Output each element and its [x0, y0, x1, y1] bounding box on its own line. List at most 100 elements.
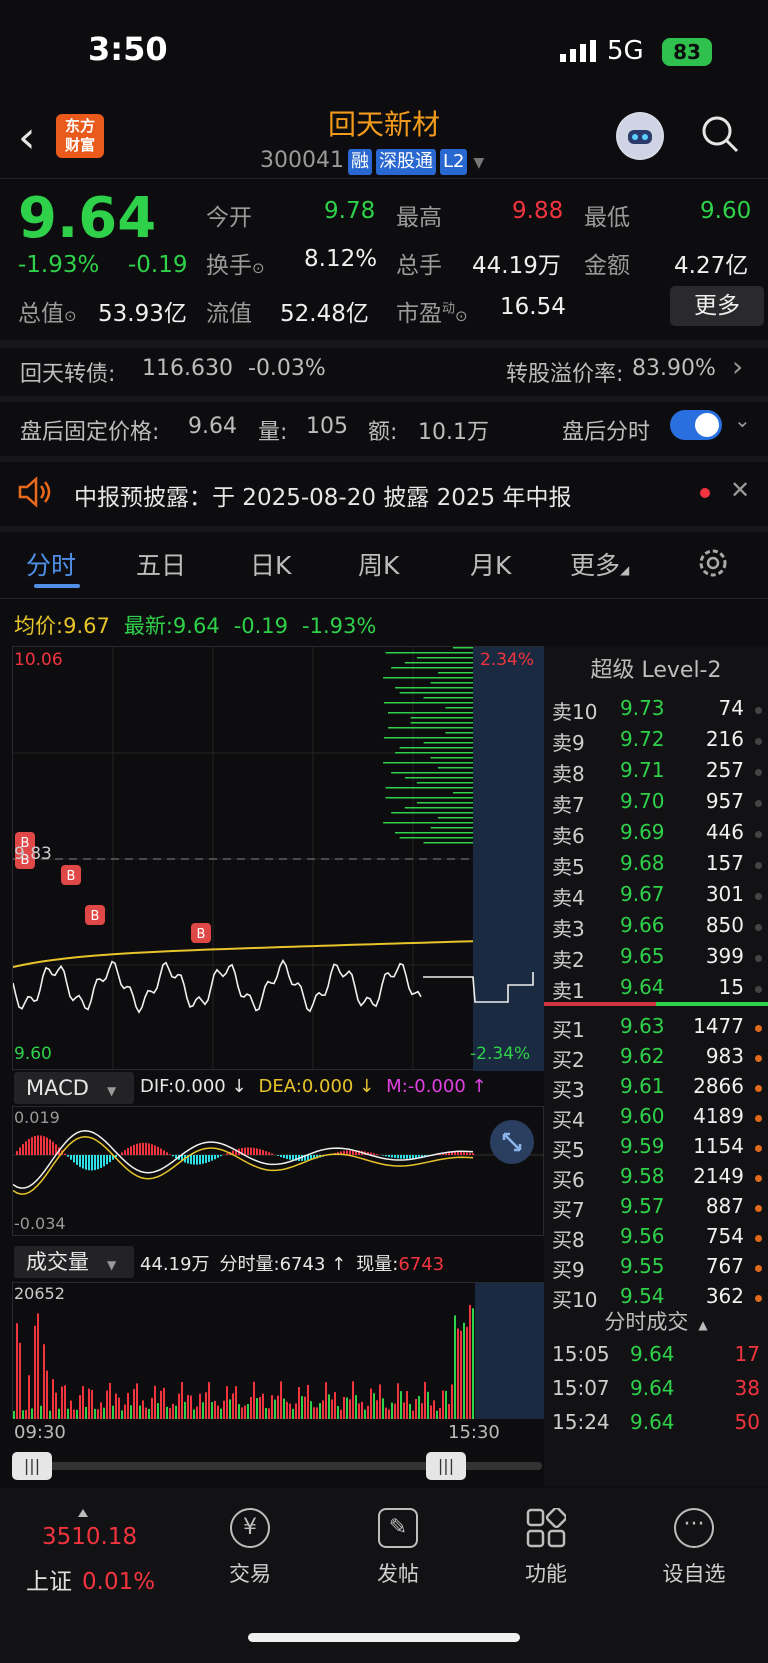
- sell-row[interactable]: 卖2 9.65 399: [544, 944, 768, 974]
- sell-row[interactable]: 卖3 9.66 850: [544, 913, 768, 943]
- macd-bar: [166, 1152, 168, 1155]
- sell-row[interactable]: 卖1 9.64 15: [544, 975, 768, 1005]
- buy-price: 9.61: [620, 1074, 665, 1098]
- expand-icon[interactable]: [490, 1120, 534, 1164]
- volume-bar: [256, 1398, 258, 1419]
- close-icon[interactable]: ✕: [730, 476, 750, 504]
- buy-qty: 362: [705, 1284, 744, 1308]
- volume-bar: [280, 1381, 282, 1419]
- notice-text[interactable]: 中报预披露：于 2025-08-20 披露 2025 年中报: [74, 478, 571, 512]
- tab-weekly[interactable]: 周K: [358, 546, 399, 582]
- nav-watchlist[interactable]: ··· 设自选: [634, 1508, 754, 1588]
- macd-chart[interactable]: [12, 1106, 545, 1236]
- volume-bar: [100, 1402, 102, 1419]
- sell-row[interactable]: 卖4 9.67 301: [544, 882, 768, 912]
- volume-bar: [238, 1404, 240, 1419]
- gear-icon[interactable]: [696, 546, 730, 580]
- volume-bar: [196, 1406, 198, 1419]
- tab-more[interactable]: 更多◢: [570, 546, 629, 582]
- sell-qty: 15: [718, 975, 744, 999]
- sell-row[interactable]: 卖9 9.72 216: [544, 727, 768, 757]
- macd-bar: [271, 1153, 273, 1155]
- macd-bar: [208, 1155, 210, 1162]
- nav-post[interactable]: ✎ 发帖: [338, 1508, 458, 1588]
- status-dot: [755, 707, 762, 714]
- sell-row[interactable]: 卖7 9.70 957: [544, 789, 768, 819]
- volume-bar: [52, 1379, 54, 1419]
- buy-qty: 767: [705, 1254, 744, 1278]
- tab-daily[interactable]: 日K: [250, 546, 291, 582]
- after-hours-toggle[interactable]: [670, 410, 722, 440]
- sell-row[interactable]: 卖10 9.73 74: [544, 696, 768, 726]
- chevron-right-icon[interactable]: ›: [732, 350, 743, 383]
- range-slider-left-handle[interactable]: |||: [12, 1452, 52, 1480]
- volume-bar: [349, 1399, 351, 1419]
- after-hours-vol: 105: [306, 414, 348, 439]
- status-dot: [755, 738, 762, 745]
- macd-bar: [160, 1148, 162, 1155]
- chevron-down-icon[interactable]: ⌄: [734, 408, 751, 432]
- nav-trade[interactable]: ¥ 交易: [190, 1508, 310, 1588]
- svg-text:B: B: [197, 927, 206, 942]
- volume-chart[interactable]: [12, 1282, 545, 1419]
- volume-bar: [364, 1409, 366, 1419]
- status-dot: [755, 862, 762, 869]
- sell-row[interactable]: 卖6 9.69 446: [544, 820, 768, 850]
- buy-row[interactable]: 买7 9.57 887: [544, 1194, 768, 1224]
- macd-bar: [139, 1143, 141, 1155]
- tab-5day[interactable]: 五日: [136, 546, 186, 582]
- volume-selector[interactable]: 成交量 ▼: [14, 1246, 134, 1278]
- tab-intraday[interactable]: 分时: [26, 546, 76, 582]
- nav-functions[interactable]: 功能: [486, 1506, 606, 1588]
- after-hours-price: 9.64: [188, 414, 237, 439]
- macd-bar: [163, 1150, 165, 1155]
- buy-row[interactable]: 买4 9.60 4189: [544, 1104, 768, 1134]
- sell-row[interactable]: 卖5 9.68 157: [544, 851, 768, 881]
- sell-row[interactable]: 卖8 9.71 257: [544, 758, 768, 788]
- volume-bar: [214, 1400, 216, 1419]
- bond-name[interactable]: 回天转债:: [20, 356, 115, 388]
- buy-row[interactable]: 买2 9.62 983: [544, 1044, 768, 1074]
- search-icon[interactable]: [700, 114, 740, 154]
- range-slider-right-handle[interactable]: |||: [426, 1452, 466, 1480]
- index-value[interactable]: 3510.18: [42, 1524, 137, 1550]
- intraday-chart[interactable]: BBBBB: [12, 646, 545, 1071]
- stock-code-row[interactable]: 300041 融深股通 L2 ▼: [260, 148, 484, 175]
- avg-line: [12, 940, 474, 968]
- buy-row[interactable]: 买5 9.59 1154: [544, 1134, 768, 1164]
- volume-bar: [325, 1382, 327, 1419]
- volume-bar: [154, 1385, 156, 1419]
- macd-bar: [211, 1155, 213, 1161]
- more-button[interactable]: 更多: [670, 286, 764, 326]
- macd-selector[interactable]: MACD ▼: [14, 1072, 134, 1104]
- index-row[interactable]: 上证 0.01%: [26, 1562, 155, 1596]
- tab-monthly[interactable]: 月K: [470, 546, 511, 582]
- trades-title[interactable]: 分时成交 ▲: [544, 1306, 768, 1336]
- buy-label: 买4: [552, 1108, 585, 1132]
- volume-bar: [409, 1403, 411, 1419]
- buy-row[interactable]: 买6 9.58 2149: [544, 1164, 768, 1194]
- robot-assistant-icon[interactable]: [616, 112, 664, 160]
- sell-qty: 257: [705, 758, 744, 782]
- sell-qty: 74: [718, 696, 744, 720]
- buy-row[interactable]: 买8 9.56 754: [544, 1224, 768, 1254]
- info-icon[interactable]: ⊙: [455, 307, 468, 325]
- sell-label: 卖2: [552, 948, 585, 972]
- volume-bar: [346, 1397, 348, 1419]
- macd-bar: [391, 1155, 393, 1158]
- volume-bar: [466, 1326, 468, 1419]
- order-book-title[interactable]: 超级 Level-2: [544, 652, 768, 684]
- macd-bar: [268, 1152, 270, 1155]
- depth-bar: [404, 807, 473, 809]
- volume-bar: [91, 1389, 93, 1419]
- info-icon[interactable]: ⊙: [64, 307, 77, 325]
- buy-row[interactable]: 买3 9.61 2866: [544, 1074, 768, 1104]
- volume-bar: [313, 1407, 315, 1419]
- status-dot: [755, 924, 762, 931]
- volume-bar: [304, 1396, 306, 1419]
- info-icon[interactable]: ⊙: [252, 259, 265, 277]
- volume-bar: [244, 1405, 246, 1419]
- buy-row[interactable]: 买9 9.55 767: [544, 1254, 768, 1284]
- buy-row[interactable]: 买1 9.63 1477: [544, 1014, 768, 1044]
- trade-cell: 38: [734, 1376, 760, 1400]
